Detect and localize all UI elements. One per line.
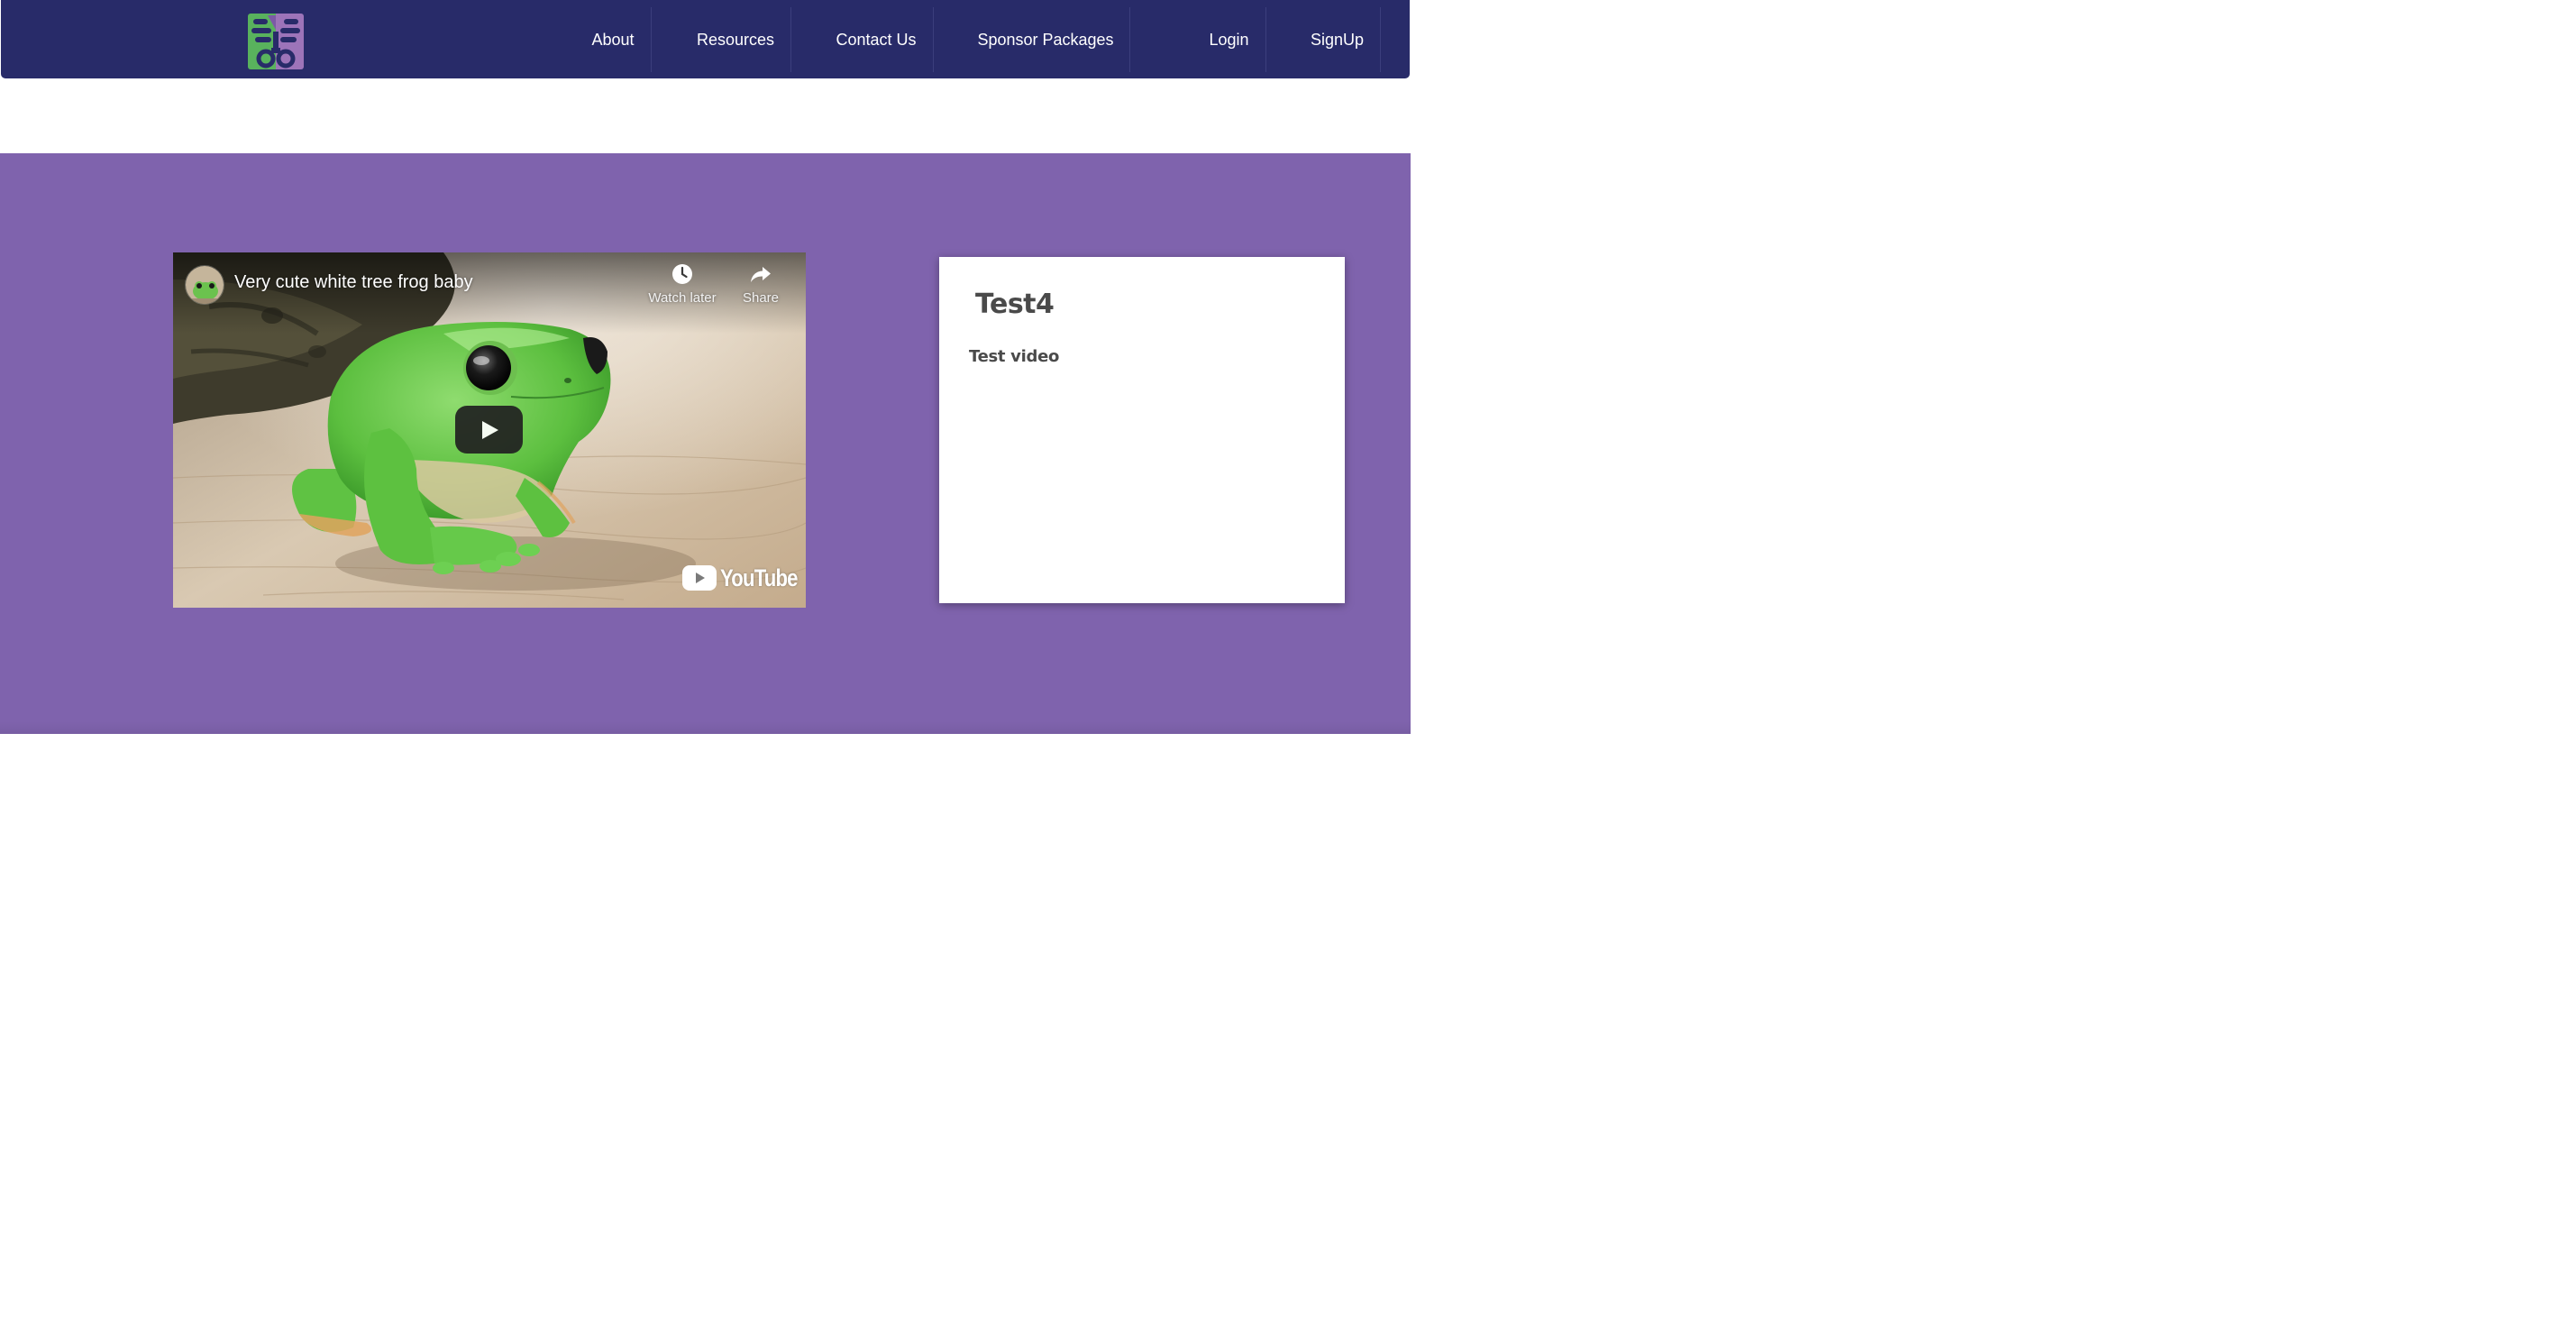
nav-signup[interactable]: SignUp [1294, 7, 1380, 72]
share-button[interactable]: Share [717, 263, 804, 314]
share-icon [751, 267, 771, 282]
video-player[interactable]: Very cute white tree frog baby Watch lat… [173, 252, 806, 608]
logo-icon [248, 14, 304, 69]
nav-contact-us[interactable]: Contact Us [819, 7, 933, 72]
youtube-wordmark: YouTube [720, 564, 799, 591]
clock-icon [672, 264, 692, 284]
frog-avatar-icon [186, 266, 224, 304]
nav-about[interactable]: About [574, 7, 652, 72]
navbar: About Resources Contact Us Sponsor Packa… [1, 0, 1410, 78]
nav-resources[interactable]: Resources [681, 7, 790, 72]
card-description: Test video [969, 347, 1060, 366]
page: About Resources Contact Us Sponsor Packa… [0, 0, 1411, 734]
nav-sponsor-packages[interactable]: Sponsor Packages [962, 7, 1129, 72]
nav-divider [933, 7, 934, 72]
nav-divider [651, 7, 652, 72]
youtube-icon [682, 565, 717, 591]
youtube-logo[interactable]: YouTube [681, 564, 806, 591]
nav-login[interactable]: Login [1192, 7, 1265, 72]
video-title[interactable]: Very cute white tree frog baby [234, 272, 473, 293]
hero-shadow [0, 721, 1411, 734]
info-card: Test4 Test video [939, 257, 1345, 603]
watch-later-button[interactable]: Watch later [639, 263, 726, 314]
channel-avatar[interactable] [185, 265, 224, 305]
nav-divider [1380, 7, 1381, 72]
watch-later-label: Watch later [648, 290, 717, 306]
nav-divider [1129, 7, 1130, 72]
play-button[interactable] [455, 406, 523, 454]
card-title: Test4 [975, 289, 1055, 320]
share-label: Share [742, 290, 780, 306]
nav-divider [1265, 7, 1266, 72]
site-logo[interactable] [248, 14, 304, 69]
play-icon [481, 420, 498, 439]
nav-divider [790, 7, 791, 72]
